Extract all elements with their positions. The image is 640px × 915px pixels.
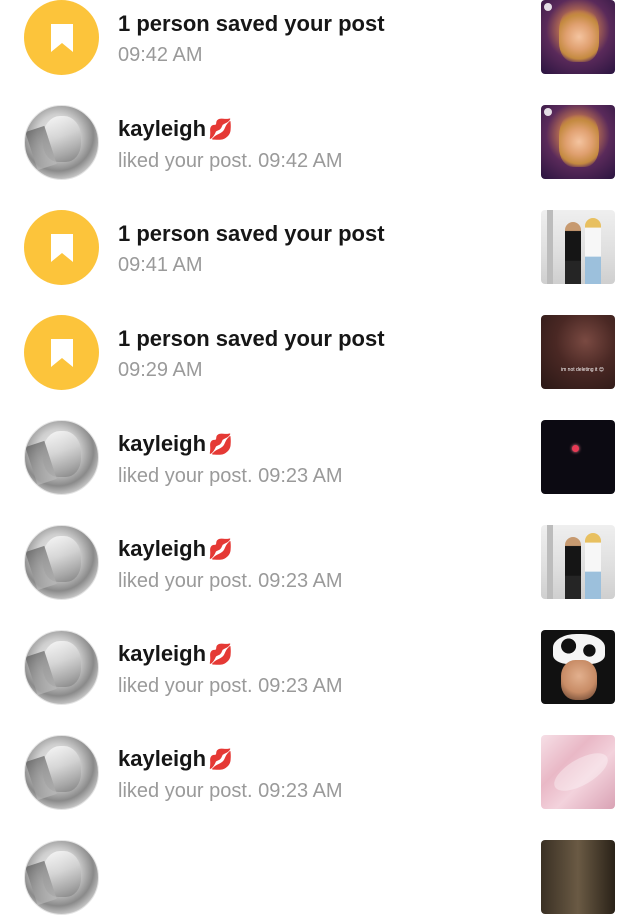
notification-title: 1 person saved your post xyxy=(118,11,385,36)
username[interactable]: kayleigh xyxy=(118,431,206,456)
post-thumbnail[interactable] xyxy=(541,525,615,599)
kiss-emoji-icon: 💋 xyxy=(208,749,233,771)
bookmark-icon xyxy=(50,23,73,52)
post-thumbnail[interactable] xyxy=(541,0,615,74)
username[interactable]: kayleigh xyxy=(118,746,206,771)
thumbnail-caption: im not deleting it 😌 xyxy=(561,367,605,373)
user-avatar[interactable] xyxy=(24,420,99,495)
notification-row[interactable]: kayleigh 💋 liked your post. 09:23 AM xyxy=(0,494,640,600)
notification-text: kayleigh 💋 liked your post. 09:23 AM xyxy=(118,745,518,805)
post-thumbnail[interactable] xyxy=(541,840,615,914)
user-avatar[interactable] xyxy=(24,630,99,705)
notification-detail: liked your post. 09:42 AM xyxy=(118,150,343,172)
user-avatar[interactable] xyxy=(24,525,99,600)
notification-detail: liked your post. 09:23 AM xyxy=(118,675,343,697)
saved-avatar xyxy=(24,315,99,390)
person-figure xyxy=(585,218,601,284)
notification-row[interactable]: kayleigh 💋 liked your post. 09:23 AM xyxy=(0,599,640,705)
person-figure xyxy=(565,537,581,599)
notification-detail: liked your post. 09:23 AM xyxy=(118,465,343,487)
notification-row[interactable] xyxy=(0,809,640,915)
notification-text: kayleigh 💋 liked your post. 09:23 AM xyxy=(118,535,518,595)
bookmark-icon xyxy=(50,338,73,367)
notification-text: kayleigh 💋 liked your post. 09:42 AM xyxy=(118,115,518,175)
user-avatar[interactable] xyxy=(24,105,99,180)
username[interactable]: kayleigh xyxy=(118,116,206,141)
post-thumbnail[interactable] xyxy=(541,105,615,179)
post-thumbnail[interactable] xyxy=(541,630,615,704)
post-thumbnail[interactable] xyxy=(541,210,615,284)
notification-row[interactable]: 1 person saved your post 09:42 AM xyxy=(0,0,640,75)
person-figure xyxy=(565,222,581,284)
kiss-emoji-icon: 💋 xyxy=(208,644,233,666)
notification-text: 1 person saved your post 09:42 AM xyxy=(118,10,518,69)
notification-row[interactable]: 1 person saved your post 09:29 AM im not… xyxy=(0,284,640,390)
kiss-emoji-icon: 💋 xyxy=(208,539,233,561)
notification-text: 1 person saved your post 09:29 AM xyxy=(118,325,518,384)
notification-text: 1 person saved your post 09:41 AM xyxy=(118,220,518,279)
notification-title: 1 person saved your post xyxy=(118,326,385,351)
notification-text: kayleigh 💋 liked your post. 09:23 AM xyxy=(118,430,518,490)
notification-time: 09:42 AM xyxy=(118,44,203,66)
saved-avatar xyxy=(24,210,99,285)
notification-row[interactable]: kayleigh 💋 liked your post. 09:23 AM xyxy=(0,389,640,495)
notification-row[interactable]: 1 person saved your post 09:41 AM xyxy=(0,179,640,285)
notification-list: 1 person saved your post 09:42 AM kaylei… xyxy=(0,0,640,915)
kiss-emoji-icon: 💋 xyxy=(208,434,233,456)
post-thumbnail[interactable]: im not deleting it 😌 xyxy=(541,315,615,389)
notification-row[interactable]: kayleigh 💋 liked your post. 09:23 AM xyxy=(0,704,640,810)
bookmark-icon xyxy=(50,233,73,262)
notification-detail: liked your post. 09:23 AM xyxy=(118,570,343,592)
saved-avatar xyxy=(24,0,99,75)
username[interactable]: kayleigh xyxy=(118,536,206,561)
notification-time: 09:41 AM xyxy=(118,254,203,276)
user-avatar[interactable] xyxy=(24,735,99,810)
person-figure xyxy=(585,533,601,599)
post-thumbnail[interactable] xyxy=(541,735,615,809)
notification-title: 1 person saved your post xyxy=(118,221,385,246)
post-thumbnail[interactable] xyxy=(541,420,615,494)
notification-text: kayleigh 💋 liked your post. 09:23 AM xyxy=(118,640,518,700)
username[interactable]: kayleigh xyxy=(118,641,206,666)
user-avatar[interactable] xyxy=(24,840,99,915)
notification-detail: liked your post. 09:23 AM xyxy=(118,780,343,802)
kiss-emoji-icon: 💋 xyxy=(208,119,233,141)
notification-time: 09:29 AM xyxy=(118,359,203,381)
notification-row[interactable]: kayleigh 💋 liked your post. 09:42 AM xyxy=(0,74,640,180)
